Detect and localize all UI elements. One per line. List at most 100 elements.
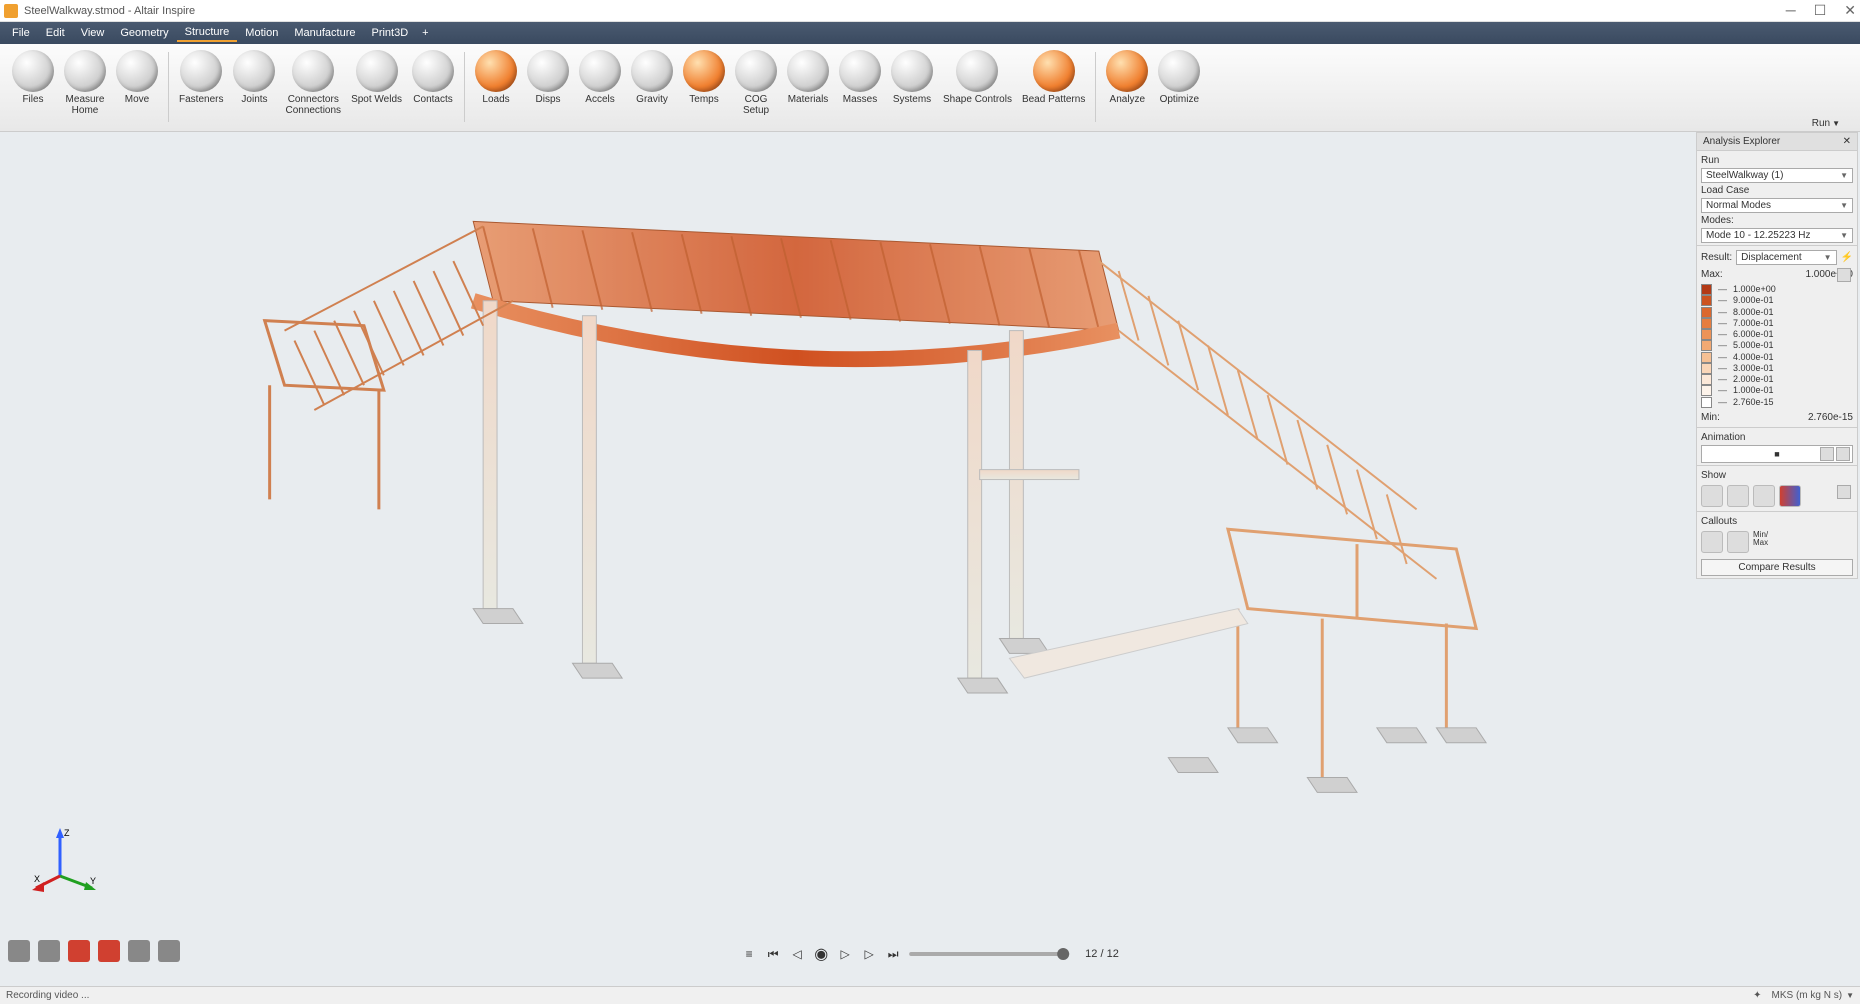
view-icon-6[interactable]: [158, 940, 180, 962]
timeline-menu-icon[interactable]: ≡: [741, 946, 757, 962]
show-deformed-icon[interactable]: [1701, 485, 1723, 507]
ribbon-label: Analyze: [1110, 94, 1146, 105]
anim-opt-icon[interactable]: [1836, 447, 1850, 461]
ribbon-mat[interactable]: Materials: [783, 48, 833, 107]
move-icon: [116, 50, 158, 92]
ribbon-gravity[interactable]: Gravity: [627, 48, 677, 107]
ribbon-optimize[interactable]: Optimize: [1154, 48, 1204, 107]
run-label: Run: [1701, 153, 1853, 168]
legend-value: 7.000e-01: [1733, 318, 1774, 329]
show-undeformed-icon[interactable]: [1727, 485, 1749, 507]
timeline-last-icon[interactable]: ⏭: [885, 946, 901, 962]
menu-structure[interactable]: Structure: [177, 24, 238, 42]
ribbon-joints[interactable]: Joints: [229, 48, 279, 107]
ribbon-separator: [168, 52, 169, 122]
ribbon-accels[interactable]: Accels: [575, 48, 625, 107]
minimize-button[interactable]: ─: [1786, 2, 1796, 19]
ribbon: Files Measure Home Move FastenersJointsConn…: [0, 44, 1860, 132]
timeline-first-icon[interactable]: ⏮: [765, 946, 781, 962]
anim-reset-icon[interactable]: [1820, 447, 1834, 461]
menu-print3d[interactable]: Print3D: [363, 25, 416, 41]
units-dropdown-icon[interactable]: ▼: [1846, 991, 1854, 1000]
view-icon-5[interactable]: [128, 940, 150, 962]
ribbon-spot[interactable]: Spot Welds: [347, 48, 406, 107]
ribbon-label: Systems: [893, 94, 931, 105]
legend-row: —2.760e-15: [1701, 397, 1853, 408]
legend-tick: —: [1718, 363, 1727, 374]
legend-value: 1.000e+00: [1733, 284, 1776, 295]
legend-value: 9.000e-01: [1733, 295, 1774, 306]
view-icon-1[interactable]: [8, 940, 30, 962]
ribbon-mass[interactable]: Masses: [835, 48, 885, 107]
ribbon-cog[interactable]: COG Setup: [731, 48, 781, 118]
close-button[interactable]: ✕: [1844, 2, 1856, 19]
menu-add-icon[interactable]: +: [416, 27, 434, 39]
legend-swatch: [1701, 352, 1712, 363]
timeline-slider[interactable]: [909, 952, 1069, 956]
ribbon-analyze[interactable]: Analyze: [1102, 48, 1152, 107]
view-icon-3[interactable]: [68, 940, 90, 962]
ribbon-contacts[interactable]: Contacts: [408, 48, 458, 107]
spot-icon: [356, 50, 398, 92]
timeline-prev-icon[interactable]: ◁: [789, 946, 805, 962]
run-dropdown[interactable]: Run ▼: [1812, 118, 1840, 129]
loadcase-label: Load Case: [1701, 183, 1853, 198]
ribbon-label: Measure Home: [66, 94, 105, 116]
legend-tick: —: [1718, 397, 1727, 408]
timeline-record-icon[interactable]: ◉: [813, 946, 829, 962]
view-icon-2[interactable]: [38, 940, 60, 962]
ribbon-move[interactable]: Move: [112, 48, 162, 107]
loadcase-dropdown[interactable]: Normal Modes▼: [1701, 198, 1853, 213]
ribbon-bead[interactable]: Bead Patterns: [1018, 48, 1089, 107]
legend-swatch: [1701, 340, 1712, 351]
compare-results-button[interactable]: Compare Results: [1701, 559, 1853, 576]
menu-geometry[interactable]: Geometry: [112, 25, 176, 41]
menu-edit[interactable]: Edit: [38, 25, 73, 41]
ribbon-measure[interactable]: Measure Home: [60, 48, 110, 118]
settings-icon[interactable]: ✦: [1753, 990, 1761, 1001]
view-icon-4[interactable]: [98, 940, 120, 962]
ribbon-disps[interactable]: Disps: [523, 48, 573, 107]
show-contour-icon[interactable]: [1753, 485, 1775, 507]
show-opt-icon[interactable]: [1837, 485, 1851, 499]
ribbon-shape[interactable]: Shape Controls: [939, 48, 1016, 107]
legend-row: —5.000e-01: [1701, 340, 1853, 351]
min-value: 2.760e-15: [1808, 412, 1853, 423]
axis-widget[interactable]: Z Y X: [30, 826, 100, 896]
legend-value: 5.000e-01: [1733, 340, 1774, 351]
ribbon-loads[interactable]: Loads: [471, 48, 521, 107]
callout-2-icon[interactable]: [1727, 531, 1749, 553]
ribbon-files[interactable]: Files: [8, 48, 58, 107]
legend-row: — 9.000e-01: [1701, 295, 1853, 306]
result-label: Result:: [1701, 252, 1732, 263]
viewport[interactable]: Z Y X ≡ ⏮ ◁ ◉ ▷ ▷ ⏭ 12 / 12: [0, 132, 1860, 986]
ribbon-temps[interactable]: Temps: [679, 48, 729, 107]
menu-view[interactable]: View: [73, 25, 113, 41]
result-dropdown[interactable]: Displacement▼: [1736, 250, 1836, 265]
callout-1-icon[interactable]: [1701, 531, 1723, 553]
ribbon-fast[interactable]: Fasteners: [175, 48, 227, 107]
show-element-icon[interactable]: [1779, 485, 1801, 507]
menu-manufacture[interactable]: Manufacture: [286, 25, 363, 41]
timeline-play-icon[interactable]: ▷: [837, 946, 853, 962]
legend-tick: —: [1718, 307, 1727, 318]
legend-value: 8.000e-01: [1733, 307, 1774, 318]
timeline-next-icon[interactable]: ▷: [861, 946, 877, 962]
ribbon-sys[interactable]: Systems: [887, 48, 937, 107]
modes-dropdown[interactable]: Mode 10 - 12.25223 Hz▼: [1701, 228, 1853, 243]
animation-speed-bar[interactable]: ■: [1701, 445, 1853, 463]
menu-motion[interactable]: Motion: [237, 25, 286, 41]
maximize-button[interactable]: ☐: [1814, 2, 1827, 19]
legend-opt-icon[interactable]: [1837, 268, 1851, 282]
legend-tick: —: [1718, 374, 1727, 385]
bolt-icon[interactable]: ⚡: [1841, 252, 1853, 263]
ribbon-conn[interactable]: Connectors Connections: [281, 48, 345, 118]
legend-tick: —: [1718, 295, 1727, 306]
shape-icon: [956, 50, 998, 92]
ribbon-label: Gravity: [636, 94, 668, 105]
legend-swatch: [1701, 374, 1712, 385]
svg-text:X: X: [34, 874, 40, 884]
run-dropdown[interactable]: SteelWalkway (1)▼: [1701, 168, 1853, 183]
panel-close-icon[interactable]: ✕: [1843, 136, 1851, 147]
menu-file[interactable]: File: [4, 25, 38, 41]
